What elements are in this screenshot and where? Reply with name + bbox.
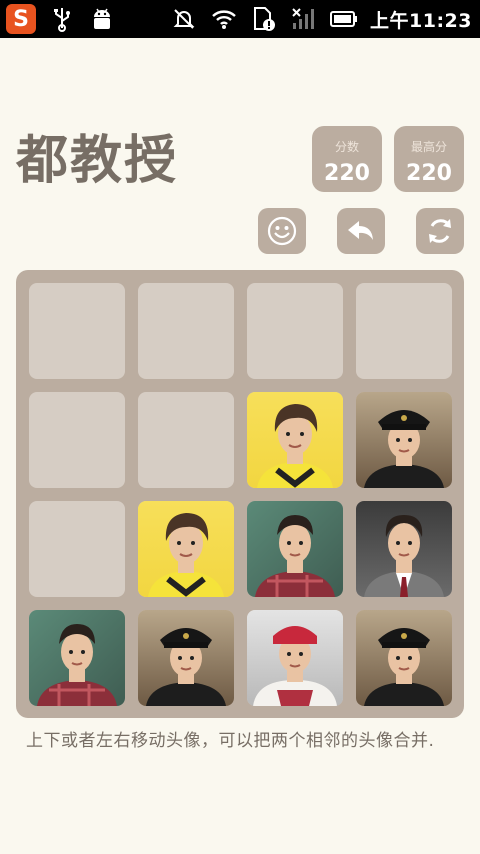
avatar-portrait (29, 610, 125, 706)
empty-cell (138, 283, 234, 379)
avatar-tile-yellow-jersey (247, 392, 343, 488)
empty-cell (247, 283, 343, 379)
signal-off-icon (290, 5, 318, 33)
avatar-portrait (356, 392, 452, 488)
best-score-box: 最高分 220 (394, 126, 464, 192)
undo-arrow-icon (348, 221, 373, 240)
avatar-portrait (247, 501, 343, 597)
empty-cell (29, 283, 125, 379)
score-label: 分数 (334, 140, 359, 154)
sogou-input-icon: S (6, 4, 36, 34)
score-value: 220 (324, 161, 370, 186)
game-title: 都教授 (16, 131, 179, 191)
avatar-tile-red-headband (247, 610, 343, 706)
status-bar: S 上午11:23 (0, 0, 480, 38)
avatar-portrait (356, 610, 452, 706)
avatar-portrait (138, 501, 234, 597)
instruction-text: 上下或者左右移动头像，可以把两个相邻的头像合并. (26, 731, 435, 751)
status-clock: 上午11:23 (370, 9, 472, 32)
empty-cell (29, 392, 125, 488)
empty-cell (29, 501, 125, 597)
best-score-value: 220 (406, 161, 452, 186)
score-box: 分数 220 (312, 126, 382, 192)
empty-cell (138, 392, 234, 488)
empty-cell (356, 283, 452, 379)
avatar-tile-plaid-shirt (247, 501, 343, 597)
face-button[interactable] (258, 208, 306, 254)
undo-button[interactable] (337, 208, 385, 254)
usb-icon (48, 5, 76, 33)
sim-alert-icon (250, 5, 278, 33)
game-board[interactable] (16, 270, 464, 718)
avatar-portrait (247, 610, 343, 706)
battery-icon (330, 5, 358, 33)
avatar-portrait (356, 501, 452, 597)
alarm-off-icon (170, 5, 198, 33)
avatar-portrait (247, 392, 343, 488)
avatar-tile-military-cap (356, 392, 452, 488)
best-score-label: 最高分 (410, 140, 447, 154)
restart-button[interactable] (416, 208, 464, 254)
avatar-tile-yellow-jersey (138, 501, 234, 597)
avatar-tile-school-uniform (356, 501, 452, 597)
avatar-tile-plaid-shirt (29, 610, 125, 706)
android-debug-icon (88, 5, 116, 33)
smiley-face-icon (267, 216, 297, 246)
wifi-icon (210, 5, 238, 33)
restart-icon (429, 219, 451, 243)
avatar-tile-military-cap (356, 610, 452, 706)
avatar-portrait (138, 610, 234, 706)
avatar-tile-military-cap (138, 610, 234, 706)
